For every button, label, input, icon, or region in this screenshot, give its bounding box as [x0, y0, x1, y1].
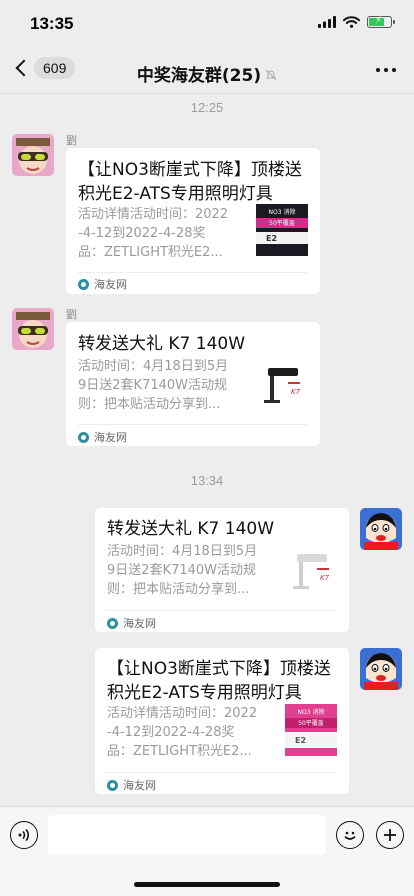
card-title: 【让NO3断崖式下降】顶楼送积光E2-ATS专用照明灯具: [107, 659, 331, 703]
svg-text:NO3 消除: NO3 消除: [269, 208, 296, 216]
card-description: 活动时间：4月18日到5月 9日送2套K7140W活动规 则：把本贴活动分享到.…: [107, 542, 285, 599]
source-logo-icon: [78, 431, 89, 443]
card-description-line: 活动时间：4月18日到5月: [107, 544, 258, 559]
avatar[interactable]: [360, 508, 402, 550]
card-title: 转发送大礼 K7 140W: [107, 519, 275, 539]
card-description-line: 品：ZETLIGHT积光E2...: [107, 744, 252, 759]
plus-icon: [384, 829, 396, 841]
card-source: 海友网: [78, 276, 127, 292]
chat-title: 中奖海友群(25): [136, 66, 262, 86]
card-description-line: -4-12到2022-4-28奖: [107, 725, 235, 740]
card-description-line: 则：把本贴活动分享到...: [78, 397, 221, 412]
card-source: 海友网: [78, 429, 127, 445]
svg-text:50平覆盖: 50平覆盖: [298, 719, 324, 727]
card-description: 活动详情活动时间：2022 -4-12到2022-4-28奖 品：ZETLIGH…: [78, 205, 246, 262]
card-divider: [78, 272, 308, 273]
card-description-line: 9日送2套K7140W活动规: [78, 378, 228, 393]
home-indicator: [134, 882, 280, 887]
svg-text:E2: E2: [266, 234, 277, 243]
card-title: 转发送大礼 K7 140W: [78, 334, 246, 354]
card-divider: [107, 610, 337, 611]
source-logo-icon: [107, 779, 118, 791]
chat-title-wrap: 中奖海友群(25): [0, 61, 414, 86]
mute-bell-icon: [265, 69, 277, 84]
card-description: 活动详情活动时间：2022 -4-12到2022-4-28奖 品：ZETLIGH…: [107, 704, 275, 761]
link-card-message[interactable]: 【让NO3断崖式下降】顶楼送积光E2-ATS专用照明灯具 活动详情活动时间：20…: [95, 648, 349, 794]
more-dot-icon: [392, 68, 396, 72]
card-title: 【让NO3断崖式下降】顶楼送积光E2-ATS专用照明灯具: [78, 160, 302, 204]
avatar[interactable]: [360, 648, 402, 690]
card-thumbnail: K7: [287, 546, 339, 598]
sender-name: 劉: [66, 134, 77, 147]
avatar[interactable]: [12, 134, 54, 176]
card-source: 海友网: [107, 615, 156, 631]
svg-text:E2: E2: [295, 736, 306, 745]
timestamp: 13:34: [190, 473, 224, 488]
svg-text:K7: K7: [320, 574, 330, 582]
avatar[interactable]: [12, 308, 54, 350]
source-logo-icon: [107, 617, 118, 629]
wifi-icon: [343, 16, 360, 28]
svg-text:K7: K7: [291, 388, 301, 396]
card-description: 活动时间：4月18日到5月 9日送2套K7140W活动规 则：把本贴活动分享到.…: [78, 357, 256, 414]
sender-name: 劉: [66, 308, 77, 321]
card-thumbnail: NO3 消除 50平覆盖 E2: [285, 704, 337, 756]
card-description-line: 活动详情活动时间：2022: [107, 706, 258, 721]
status-time: 13:35: [30, 14, 74, 33]
more-dot-icon: [384, 68, 388, 72]
card-description-line: 活动时间：4月18日到5月: [78, 359, 229, 374]
link-card-message[interactable]: 转发送大礼 K7 140W 活动时间：4月18日到5月 9日送2套K7140W活…: [66, 322, 320, 446]
card-thumbnail: NO3 消除 50平覆盖 E2: [256, 204, 308, 256]
battery-icon: ⚡: [367, 15, 395, 28]
voice-icon: [18, 828, 29, 842]
svg-text:NO3 消除: NO3 消除: [298, 708, 325, 716]
emoji-button[interactable]: [336, 821, 364, 849]
voice-input-button[interactable]: [10, 821, 38, 849]
source-name: 海友网: [94, 278, 127, 291]
message-text-input[interactable]: [48, 815, 326, 855]
status-icons: ⚡: [318, 15, 395, 28]
status-bar: 13:35 ⚡: [0, 0, 414, 48]
card-description-line: 9日送2套K7140W活动规: [107, 563, 257, 578]
chat-header: 609 中奖海友群(25): [0, 48, 414, 94]
source-name: 海友网: [94, 431, 127, 444]
source-name: 海友网: [123, 779, 156, 792]
card-divider: [107, 772, 337, 773]
source-name: 海友网: [123, 617, 156, 630]
card-description-line: -4-12到2022-4-28奖: [78, 226, 206, 241]
source-logo-icon: [78, 278, 89, 290]
card-divider: [78, 424, 308, 425]
more-functions-button[interactable]: [376, 821, 404, 849]
smiley-icon: [344, 831, 356, 840]
timestamp: 12:25: [190, 100, 224, 115]
link-card-message[interactable]: 转发送大礼 K7 140W 活动时间：4月18日到5月 9日送2套K7140W活…: [95, 508, 349, 632]
more-dot-icon: [376, 68, 380, 72]
more-options-button[interactable]: [376, 68, 396, 72]
svg-text:50平覆盖: 50平覆盖: [269, 219, 295, 227]
card-description-line: 品：ZETLIGHT积光E2...: [78, 245, 223, 260]
cellular-signal-icon: [318, 16, 336, 28]
card-description-line: 则：把本贴活动分享到...: [107, 582, 250, 597]
card-thumbnail: K7: [258, 360, 310, 412]
card-description-line: 活动详情活动时间：2022: [78, 207, 229, 222]
link-card-message[interactable]: 【让NO3断崖式下降】顶楼送积光E2-ATS专用照明灯具 活动详情活动时间：20…: [66, 148, 320, 294]
card-source: 海友网: [107, 777, 156, 793]
